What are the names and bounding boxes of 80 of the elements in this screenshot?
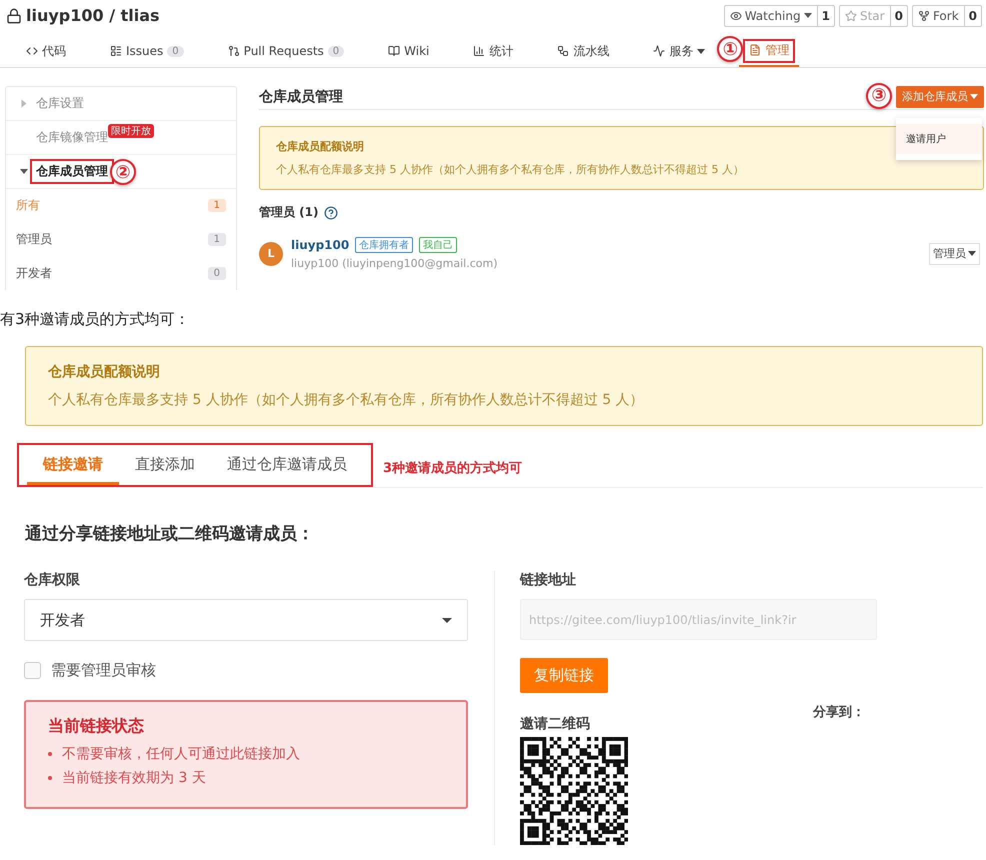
caption-text: 有3种邀请成员的方式均可： bbox=[0, 310, 190, 328]
count-badge: 0 bbox=[328, 46, 344, 56]
caret-icon bbox=[442, 618, 452, 622]
eye-icon bbox=[730, 10, 742, 22]
invite-tab[interactable]: 直接添加 bbox=[119, 455, 211, 485]
action-label: Star bbox=[860, 8, 885, 22]
caret-icon bbox=[697, 48, 706, 54]
status-text: 不需要审核，任何人可通过此链接加入 bbox=[62, 745, 300, 763]
notice-text: 个人私有仓库最多支持 5 人协作（如个人拥有多个私有仓库，所有协作人数总计不得超过 5 人） bbox=[276, 162, 745, 177]
count-badge: 1 bbox=[208, 199, 226, 212]
step-marker: ② bbox=[110, 159, 136, 185]
step-marker: ① bbox=[717, 36, 744, 62]
caret-icon bbox=[968, 251, 976, 256]
repo-title: liuyp100 / tlias bbox=[26, 6, 160, 25]
step-marker: ③ bbox=[866, 82, 892, 108]
role-tag: 仓库拥有者 bbox=[355, 237, 414, 253]
repo-action-button[interactable]: Watching 1 bbox=[724, 4, 835, 26]
caret-icon bbox=[970, 94, 978, 99]
fork-icon bbox=[918, 10, 930, 22]
role-dropdown[interactable]: 管理员 bbox=[929, 242, 980, 264]
action-count: 1 bbox=[816, 6, 834, 26]
nav-tab[interactable]: Issues 0 bbox=[100, 37, 194, 67]
status-title: 当前链接状态 bbox=[48, 716, 145, 737]
nav-tab[interactable]: Pull Requests 0 bbox=[218, 37, 354, 67]
nav-tab[interactable]: 统计 bbox=[463, 37, 524, 67]
review-checkbox[interactable] bbox=[24, 662, 41, 679]
count-badge: 0 bbox=[208, 266, 226, 280]
checkbox-label: 需要管理员审核 bbox=[51, 661, 156, 680]
bullet-icon bbox=[48, 776, 52, 780]
member-name[interactable]: liuyp100 bbox=[291, 238, 350, 252]
caret-icon bbox=[22, 100, 26, 108]
share-label: 分享到： bbox=[813, 704, 865, 722]
admins-heading: 管理员 (1) bbox=[259, 204, 318, 221]
list-icon bbox=[110, 45, 122, 57]
avatar: L bbox=[259, 242, 283, 266]
notice-title: 仓库成员配额说明 bbox=[276, 139, 365, 154]
action-count: 0 bbox=[890, 6, 907, 26]
count-badge: 1 bbox=[208, 233, 226, 246]
status-text: 当前链接有效期为 3 天 bbox=[62, 769, 206, 787]
document-icon bbox=[749, 44, 762, 56]
invite-tab[interactable]: 通过仓库邀请成员 bbox=[211, 455, 363, 485]
field-label: 链接地址 bbox=[520, 571, 577, 589]
notice-title: 仓库成员配额说明 bbox=[48, 363, 161, 381]
caret-icon bbox=[20, 169, 28, 174]
pipeline-icon bbox=[557, 45, 570, 57]
pull-request-icon bbox=[228, 45, 240, 57]
sidebar-label: 仓库镜像管理 bbox=[35, 129, 109, 146]
nav-tab[interactable]: 流水线 bbox=[547, 37, 620, 67]
invite-heading: 通过分享链接地址或二维码邀请成员： bbox=[25, 523, 315, 545]
bullet-icon bbox=[48, 752, 52, 756]
sidebar-label: 仓库设置 bbox=[35, 95, 85, 112]
help-icon[interactable] bbox=[324, 206, 338, 220]
role-tag: 我自己 bbox=[419, 237, 458, 253]
notice-text: 个人私有仓库最多支持 5 人协作（如个人拥有多个私有仓库，所有协作人数总计不得超过 5 人） bbox=[48, 391, 645, 409]
section-title: 仓库成员管理 bbox=[259, 88, 343, 106]
repo-action-button[interactable]: Fork 0 bbox=[912, 4, 982, 26]
caret-icon bbox=[804, 13, 812, 18]
filter-item[interactable]: 管理员 1 bbox=[6, 222, 236, 256]
menu-item[interactable]: 邀请用户 bbox=[896, 124, 982, 154]
annotation-text: 3种邀请成员的方式均可 bbox=[383, 460, 522, 477]
filter-item[interactable]: 开发者 0 bbox=[6, 256, 236, 290]
field-label: 仓库权限 bbox=[24, 571, 81, 589]
field-label: 邀请二维码 bbox=[520, 715, 591, 733]
code-icon bbox=[26, 45, 38, 57]
action-label: Watching bbox=[744, 8, 801, 22]
pulse-icon bbox=[653, 45, 666, 57]
promo-badge: 限时开放 bbox=[108, 124, 154, 138]
member-email: liuyp100 (liuyinpeng100@gmail.com) bbox=[291, 257, 499, 270]
nav-tab[interactable]: Wiki bbox=[378, 37, 440, 67]
star-icon bbox=[844, 10, 857, 22]
action-label: Fork bbox=[932, 8, 959, 22]
lock-icon bbox=[6, 8, 22, 24]
action-count: 0 bbox=[964, 6, 981, 26]
sidebar-item[interactable]: 仓库设置 bbox=[6, 87, 236, 121]
bar-chart-icon bbox=[473, 45, 486, 57]
count-badge: 0 bbox=[167, 46, 184, 56]
permission-select[interactable]: 开发者 bbox=[24, 599, 468, 641]
nav-tab[interactable]: 服务 bbox=[643, 37, 716, 67]
nav-tab[interactable]: 代码 bbox=[16, 37, 76, 67]
book-icon bbox=[388, 45, 400, 57]
